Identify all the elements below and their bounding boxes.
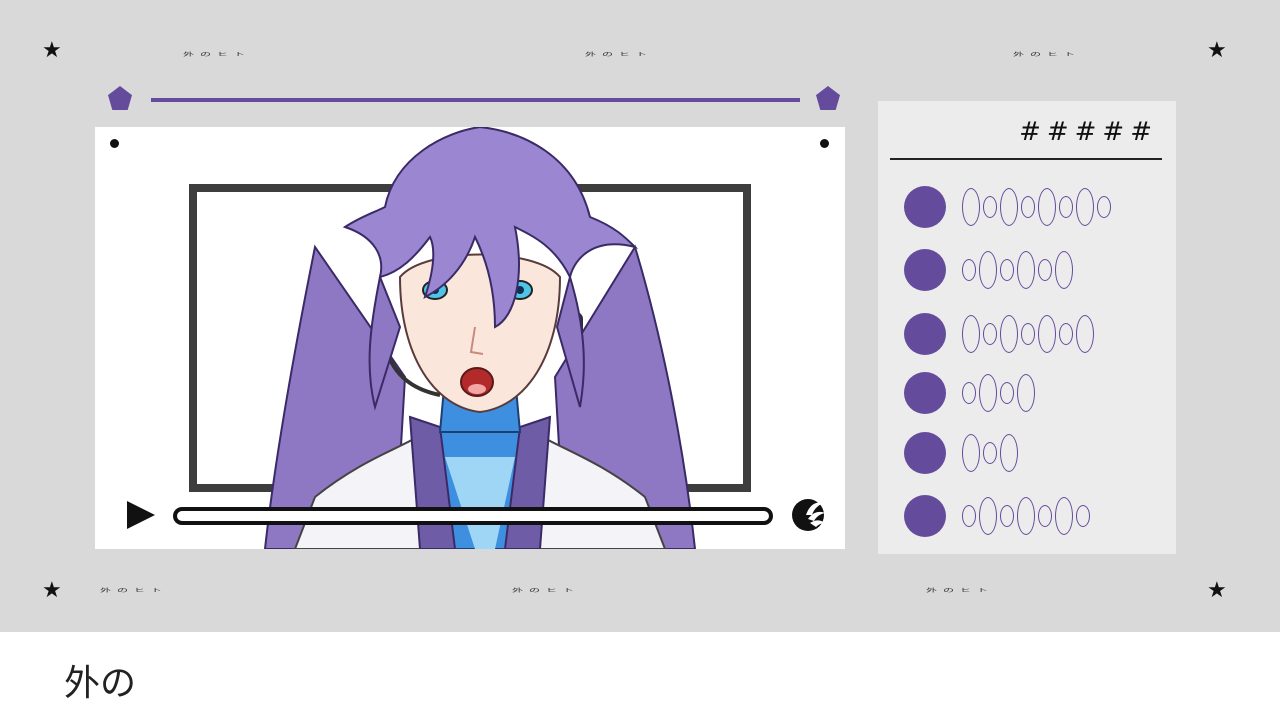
- pentagon-icon: [816, 86, 840, 110]
- oval-glyph: [1000, 188, 1018, 226]
- oval-glyph: [1038, 315, 1056, 353]
- oval-glyph: [1059, 323, 1073, 345]
- pentagon-icon: [108, 86, 132, 110]
- placeholder-text: [962, 251, 1073, 289]
- list-bullet: [904, 249, 946, 291]
- placeholder-text: [962, 434, 1018, 472]
- oval-glyph: [1017, 374, 1035, 412]
- oval-glyph: [1076, 315, 1094, 353]
- oval-glyph: [1021, 196, 1035, 218]
- oval-glyph: [1076, 505, 1090, 527]
- oval-glyph: [1059, 196, 1073, 218]
- placeholder-text: [962, 188, 1111, 226]
- oval-glyph: [979, 251, 997, 289]
- oval-glyph: [962, 434, 980, 472]
- panel-list-item[interactable]: [904, 371, 1035, 415]
- list-bullet: [904, 372, 946, 414]
- oval-glyph: [979, 374, 997, 412]
- oval-glyph: [1000, 505, 1014, 527]
- oval-glyph: [1000, 315, 1018, 353]
- subtitle-text: 外の: [64, 663, 137, 704]
- panel-list-item[interactable]: [904, 248, 1073, 292]
- list-bullet: [904, 186, 946, 228]
- seek-bar[interactable]: [173, 507, 773, 525]
- star-icon: ★: [1207, 38, 1227, 63]
- oval-glyph: [1038, 188, 1056, 226]
- side-panel: #####: [878, 101, 1176, 554]
- oval-glyph: [1000, 259, 1014, 281]
- oval-glyph: [983, 323, 997, 345]
- title-bar-line: [151, 98, 800, 102]
- oval-glyph: [1000, 434, 1018, 472]
- placeholder-text: [962, 315, 1094, 353]
- list-bullet: [904, 495, 946, 537]
- star-icon: ★: [42, 38, 62, 63]
- header-deco-text: 外のヒト: [1013, 51, 1081, 58]
- panel-divider: [890, 158, 1162, 160]
- panel-list-item[interactable]: [904, 431, 1018, 475]
- panel-list-item[interactable]: [904, 185, 1111, 229]
- corner-dot: [820, 139, 829, 148]
- oval-glyph: [983, 442, 997, 464]
- oval-glyph: [1097, 196, 1111, 218]
- claw-logo-icon: [792, 499, 825, 531]
- oval-glyph: [1017, 497, 1035, 535]
- list-bullet: [904, 313, 946, 355]
- panel-list-item[interactable]: [904, 494, 1090, 538]
- oval-glyph: [979, 497, 997, 535]
- oval-glyph: [962, 382, 976, 404]
- video-player[interactable]: [95, 127, 845, 549]
- oval-glyph: [1076, 188, 1094, 226]
- footer-deco-text: 外のヒト: [100, 587, 168, 594]
- oval-glyph: [1055, 251, 1073, 289]
- placeholder-text: [962, 497, 1090, 535]
- oval-glyph: [962, 188, 980, 226]
- list-bullet: [904, 432, 946, 474]
- oval-glyph: [962, 315, 980, 353]
- header-deco-text: 外のヒト: [585, 51, 653, 58]
- oval-glyph: [1038, 259, 1052, 281]
- oval-glyph: [962, 259, 976, 281]
- oval-glyph: [1038, 505, 1052, 527]
- oval-glyph: [962, 505, 976, 527]
- star-icon: ★: [1207, 578, 1227, 603]
- header-deco-text: 外のヒト: [183, 51, 251, 58]
- footer-deco-text: 外のヒト: [926, 587, 994, 594]
- oval-glyph: [1055, 497, 1073, 535]
- star-icon: ★: [42, 578, 62, 603]
- oval-glyph: [983, 196, 997, 218]
- corner-dot: [110, 139, 119, 148]
- oval-glyph: [1000, 382, 1014, 404]
- play-icon: [127, 501, 155, 529]
- panel-list-item[interactable]: [904, 312, 1094, 356]
- placeholder-text: [962, 374, 1035, 412]
- oval-glyph: [1021, 323, 1035, 345]
- panel-title: #####: [1019, 117, 1158, 147]
- oval-glyph: [1017, 251, 1035, 289]
- play-button[interactable]: [125, 499, 157, 531]
- character-illustration: [263, 127, 697, 549]
- footer-deco-text: 外のヒト: [512, 587, 580, 594]
- video-stage: ★ ★ ★ ★ 外のヒト 外のヒト 外のヒト 外のヒト 外のヒト 外のヒト ##…: [0, 0, 1280, 632]
